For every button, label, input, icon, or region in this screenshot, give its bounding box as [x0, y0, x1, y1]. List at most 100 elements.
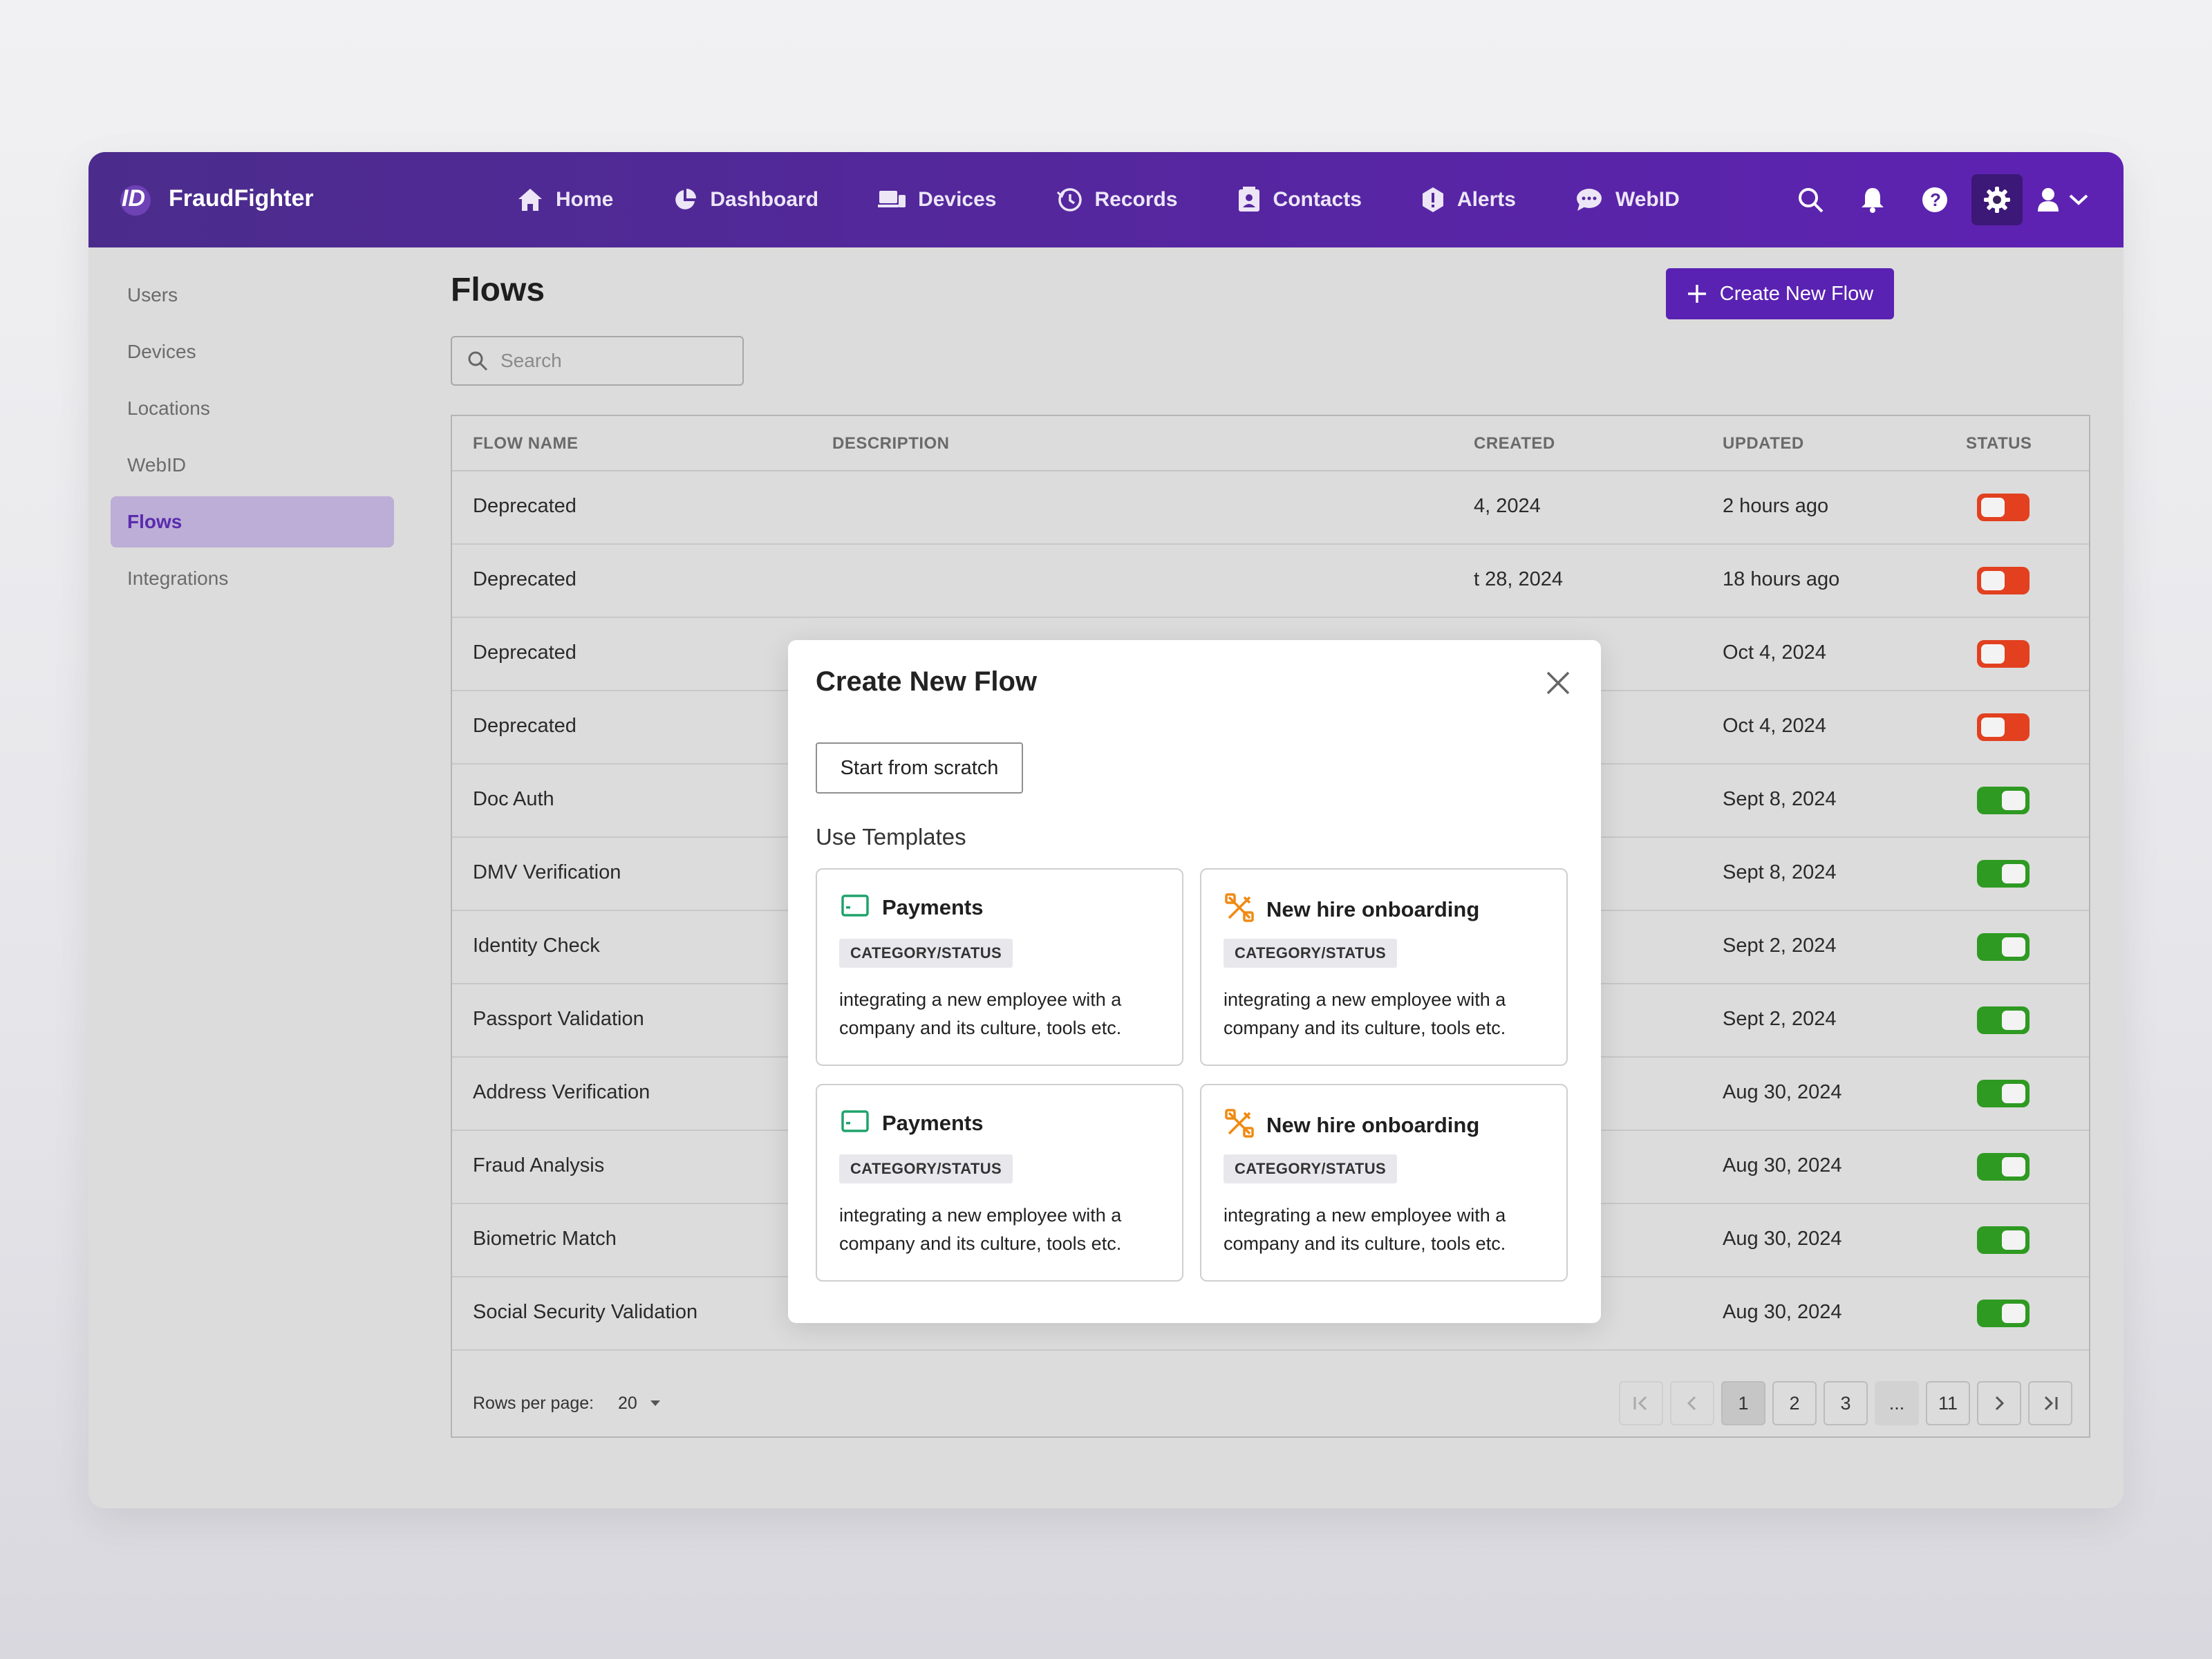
chevron-right-icon	[1995, 1396, 2005, 1411]
page-button-11[interactable]: 11	[1926, 1381, 1970, 1425]
template-card[interactable]: Payments CATEGORY/STATUS integrating a new…	[816, 1084, 1183, 1282]
status-toggle[interactable]	[1977, 1080, 2030, 1107]
search-icon	[468, 351, 488, 371]
status-toggle[interactable]	[1977, 640, 2030, 668]
modal-title: Create New Flow	[816, 666, 1038, 697]
nav-contacts[interactable]: Contacts	[1237, 187, 1362, 213]
chevron-left-icon	[1687, 1396, 1696, 1411]
updated-cell: Sept 8, 2024	[1723, 788, 1837, 810]
table-row[interactable]: Deprecated t 28, 2024 18 hours ago	[452, 545, 2089, 618]
template-title: New hire onboarding	[1266, 897, 1480, 921]
main-nav: Home Dashboard Devices Records Contacts …	[517, 152, 1739, 247]
flow-name-cell: Deprecated	[473, 715, 577, 737]
nav-alerts[interactable]: Alerts	[1421, 187, 1516, 213]
updated-cell: Oct 4, 2024	[1723, 641, 1826, 664]
page-button-3[interactable]: 3	[1824, 1381, 1868, 1425]
nav-label-home: Home	[556, 188, 614, 211]
nav-label-devices: Devices	[918, 188, 997, 211]
bell-icon	[1862, 188, 1884, 213]
template-card[interactable]: New hire onboarding CATEGORY/STATUS integr…	[1200, 1084, 1568, 1282]
status-toggle[interactable]	[1977, 494, 2030, 521]
header-updated[interactable]: UPDATED	[1723, 434, 1804, 453]
template-title: Payments	[882, 1110, 984, 1135]
flow-name-cell: Biometric Match	[473, 1228, 617, 1250]
template-description: integrating a new employee with a compan…	[1224, 989, 1506, 1038]
sidebar-item-webid[interactable]: WebID	[111, 440, 394, 491]
sidebar-item-flows[interactable]: Flows	[111, 496, 394, 547]
status-toggle[interactable]	[1977, 1226, 2030, 1254]
status-toggle[interactable]	[1977, 787, 2030, 814]
header-description[interactable]: DESCRIPTION	[832, 434, 950, 453]
nav-webid[interactable]: WebID	[1575, 187, 1680, 212]
prev-page-button[interactable]	[1670, 1381, 1714, 1425]
svg-text:?: ?	[1930, 189, 1941, 210]
updated-cell: 18 hours ago	[1723, 568, 1840, 590]
notifications-button[interactable]	[1847, 174, 1898, 225]
modal-close-button[interactable]	[1543, 668, 1573, 698]
first-page-icon	[1633, 1396, 1647, 1411]
template-badge: CATEGORY/STATUS	[1224, 939, 1398, 968]
nav-actions: ?	[1774, 152, 2089, 247]
chevron-down-icon	[2069, 194, 2088, 205]
rows-per-page-label: Rows per page:	[473, 1393, 594, 1413]
settings-button[interactable]	[1971, 174, 2023, 225]
header-status[interactable]: STATUS	[1966, 434, 2032, 453]
status-toggle[interactable]	[1977, 860, 2030, 888]
header-flow-name[interactable]: FLOW NAME	[473, 434, 578, 453]
template-description: integrating a new employee with a compan…	[839, 989, 1122, 1038]
page-button-2[interactable]: 2	[1772, 1381, 1817, 1425]
status-toggle[interactable]	[1977, 713, 2030, 741]
template-card[interactable]: New hire onboarding CATEGORY/STATUS integr…	[1200, 868, 1568, 1066]
header-created[interactable]: CREATED	[1474, 434, 1555, 453]
status-toggle[interactable]	[1977, 1153, 2030, 1181]
created-cell: 4, 2024	[1474, 495, 1541, 517]
nav-devices[interactable]: Devices	[878, 188, 997, 212]
sidebar-item-integrations[interactable]: Integrations	[111, 553, 394, 604]
sidebar-item-devices[interactable]: Devices	[111, 326, 394, 377]
rows-per-page-select[interactable]: 20	[618, 1394, 661, 1414]
search-button[interactable]	[1785, 174, 1836, 225]
create-new-flow-button[interactable]: Create New Flow	[1666, 268, 1894, 319]
status-toggle[interactable]	[1977, 1006, 2030, 1034]
home-icon	[518, 189, 542, 211]
nav-records[interactable]: Records	[1056, 187, 1178, 213]
start-from-scratch-button[interactable]: Start from scratch	[816, 742, 1023, 794]
updated-cell: Aug 30, 2024	[1723, 1301, 1842, 1323]
flow-name-cell: Deprecated	[473, 641, 577, 664]
flow-name-cell: Fraud Analysis	[473, 1154, 605, 1177]
first-page-button[interactable]	[1619, 1381, 1663, 1425]
template-badge: CATEGORY/STATUS	[839, 1154, 1013, 1183]
tools-icon	[1225, 893, 1254, 926]
template-card-header: New hire onboarding	[1225, 1109, 1479, 1141]
page-button-1[interactable]: 1	[1721, 1381, 1765, 1425]
sidebar: Users Devices Locations WebID Flows Inte…	[111, 270, 394, 610]
template-card[interactable]: Payments CATEGORY/STATUS integrating a new…	[816, 868, 1183, 1066]
status-toggle[interactable]	[1977, 1300, 2030, 1327]
contacts-icon	[1238, 187, 1259, 212]
updated-cell: Aug 30, 2024	[1723, 1228, 1842, 1250]
status-toggle[interactable]	[1977, 933, 2030, 961]
brand[interactable]: ID FraudFighter	[116, 177, 314, 220]
app-name: FraudFighter	[169, 185, 314, 212]
last-page-icon	[2044, 1396, 2058, 1411]
nav-home[interactable]: Home	[517, 187, 613, 212]
template-card-header: Payments	[841, 1109, 983, 1137]
status-toggle[interactable]	[1977, 567, 2030, 594]
user-menu[interactable]	[2036, 187, 2089, 213]
id-logo-icon: ID	[116, 177, 159, 220]
next-page-button[interactable]	[1977, 1381, 2021, 1425]
flow-name-cell: Identity Check	[473, 935, 600, 957]
flow-name-cell: Deprecated	[473, 495, 577, 517]
help-button[interactable]: ?	[1909, 174, 1960, 225]
search-box[interactable]	[451, 336, 744, 386]
table-row[interactable]: Deprecated 4, 2024 2 hours ago	[452, 471, 2089, 545]
sidebar-item-locations[interactable]: Locations	[111, 383, 394, 434]
help-icon: ?	[1922, 187, 1947, 212]
sidebar-item-users[interactable]: Users	[111, 270, 394, 321]
last-page-button[interactable]	[2028, 1381, 2072, 1425]
nav-dashboard[interactable]: Dashboard	[673, 187, 818, 212]
create-new-flow-label: Create New Flow	[1719, 282, 1874, 305]
flow-name-cell: Social Security Validation	[473, 1301, 698, 1323]
template-title: New hire onboarding	[1266, 1112, 1480, 1137]
search-input[interactable]	[500, 350, 722, 372]
